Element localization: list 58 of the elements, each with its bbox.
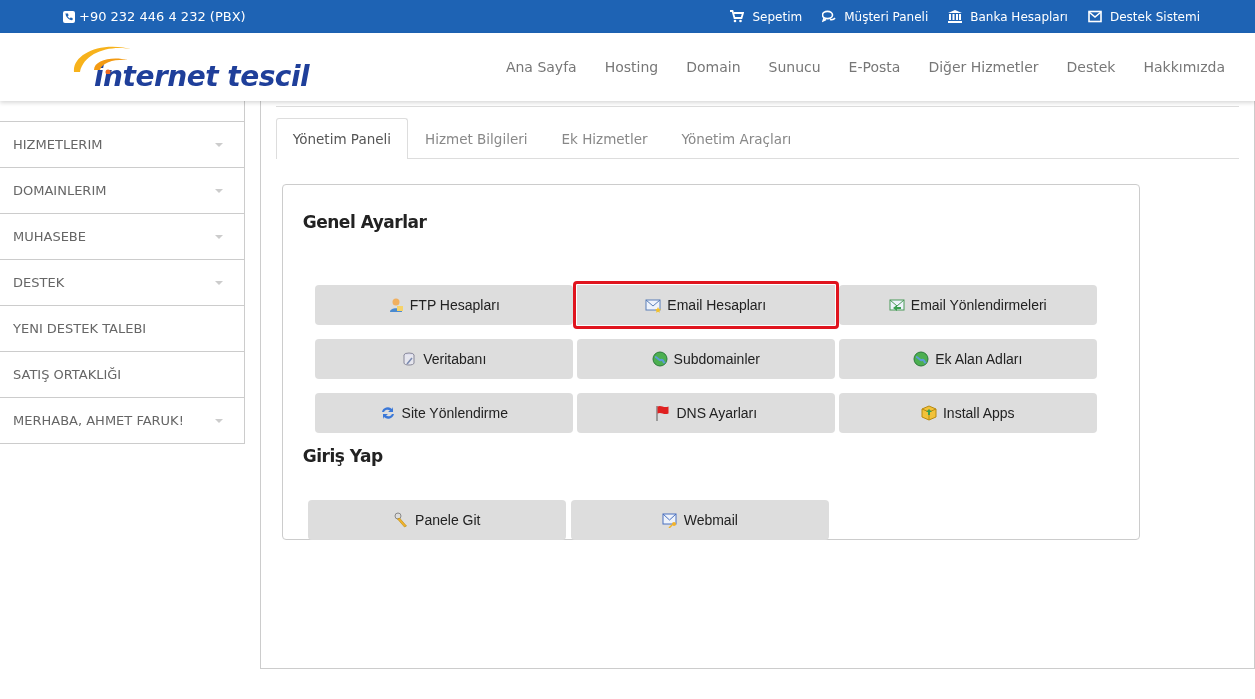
tab[interactable]: Yönetim Paneli bbox=[275, 118, 408, 159]
action-button[interactable]: Subdomainler bbox=[576, 339, 835, 379]
tab[interactable]: Ek Hizmetler bbox=[544, 118, 665, 158]
caret-icon bbox=[214, 234, 223, 239]
phone-icon bbox=[63, 10, 75, 23]
nav-link[interactable]: Ana Sayfa bbox=[505, 59, 577, 75]
bank-icon bbox=[948, 10, 963, 23]
tab[interactable]: Hizmet Bilgileri bbox=[408, 118, 545, 158]
nav-link[interactable]: Destek bbox=[1066, 59, 1116, 75]
envelope-icon bbox=[645, 297, 662, 313]
logo-wordmark: internet tescil bbox=[94, 62, 310, 92]
chat-icon bbox=[822, 10, 837, 23]
package-icon bbox=[920, 405, 937, 421]
globe-icon bbox=[651, 351, 668, 367]
nav-link[interactable]: Sunucu bbox=[768, 59, 821, 75]
nav-link[interactable]: Domain bbox=[686, 59, 741, 75]
action-button[interactable]: Panele Git bbox=[307, 500, 566, 540]
tab[interactable]: Yönetim Araçları bbox=[664, 118, 809, 158]
envelope-key-icon bbox=[661, 512, 678, 528]
action-button[interactable]: Email Yönlendirmeleri bbox=[838, 285, 1097, 325]
top-bar-link[interactable]: Destek Sistemi bbox=[1087, 9, 1200, 24]
action-button[interactable]: Veritabanı bbox=[314, 339, 573, 379]
top-bar-link[interactable]: Müşteri Paneli bbox=[822, 9, 929, 24]
refresh-icon bbox=[379, 405, 396, 421]
nav-link[interactable]: Diğer Hizmetler bbox=[928, 59, 1039, 75]
sidebar-item[interactable]: YENI DESTEK TALEBI bbox=[0, 306, 244, 352]
caret-icon bbox=[214, 418, 223, 423]
flag-icon bbox=[654, 405, 671, 421]
action-button[interactable]: Install Apps bbox=[838, 393, 1097, 433]
sidebar-item[interactable]: MUHASEBE bbox=[0, 214, 244, 260]
cart-icon bbox=[730, 10, 745, 23]
section-heading: Giriş Yap bbox=[302, 445, 384, 468]
section-heading: Genel Ayarlar bbox=[302, 211, 428, 234]
nav-link[interactable]: Hakkımızda bbox=[1143, 59, 1225, 75]
sidebar-item[interactable]: SATIŞ ORTAKLIĞI bbox=[0, 352, 244, 398]
sidebar-item[interactable]: HIZMETLERIM bbox=[0, 122, 244, 168]
globe-icon bbox=[913, 351, 930, 367]
user-icon bbox=[387, 297, 404, 313]
action-button[interactable]: Email Hesapları bbox=[572, 281, 839, 329]
action-button[interactable]: DNS Ayarları bbox=[576, 393, 835, 433]
phone-number: +90 232 446 4 232 (PBX) bbox=[79, 9, 246, 24]
forward-mail-icon bbox=[888, 297, 905, 313]
action-button[interactable]: Site Yönlendirme bbox=[314, 393, 573, 433]
action-button[interactable]: Ek Alan Adları bbox=[838, 339, 1097, 379]
caret-icon bbox=[214, 280, 223, 285]
action-button[interactable]: Webmail bbox=[570, 500, 829, 540]
top-bar-link[interactable]: Sepetim bbox=[730, 9, 803, 24]
caret-icon bbox=[214, 142, 223, 147]
envelope-icon bbox=[1087, 10, 1102, 23]
nav-link[interactable]: Hosting bbox=[604, 59, 659, 75]
sidebar-item[interactable]: DOMAINLERIM bbox=[0, 168, 244, 214]
nav-link[interactable]: E-Posta bbox=[848, 59, 901, 75]
action-button[interactable]: FTP Hesapları bbox=[314, 285, 573, 325]
top-bar-link[interactable]: Banka Hesapları bbox=[948, 9, 1068, 24]
caret-icon bbox=[214, 188, 223, 193]
sidebar-item[interactable]: DESTEK bbox=[0, 260, 244, 306]
key-icon bbox=[393, 512, 410, 528]
sidebar-item[interactable]: MERHABA, AHMET FARUK! bbox=[0, 398, 244, 444]
